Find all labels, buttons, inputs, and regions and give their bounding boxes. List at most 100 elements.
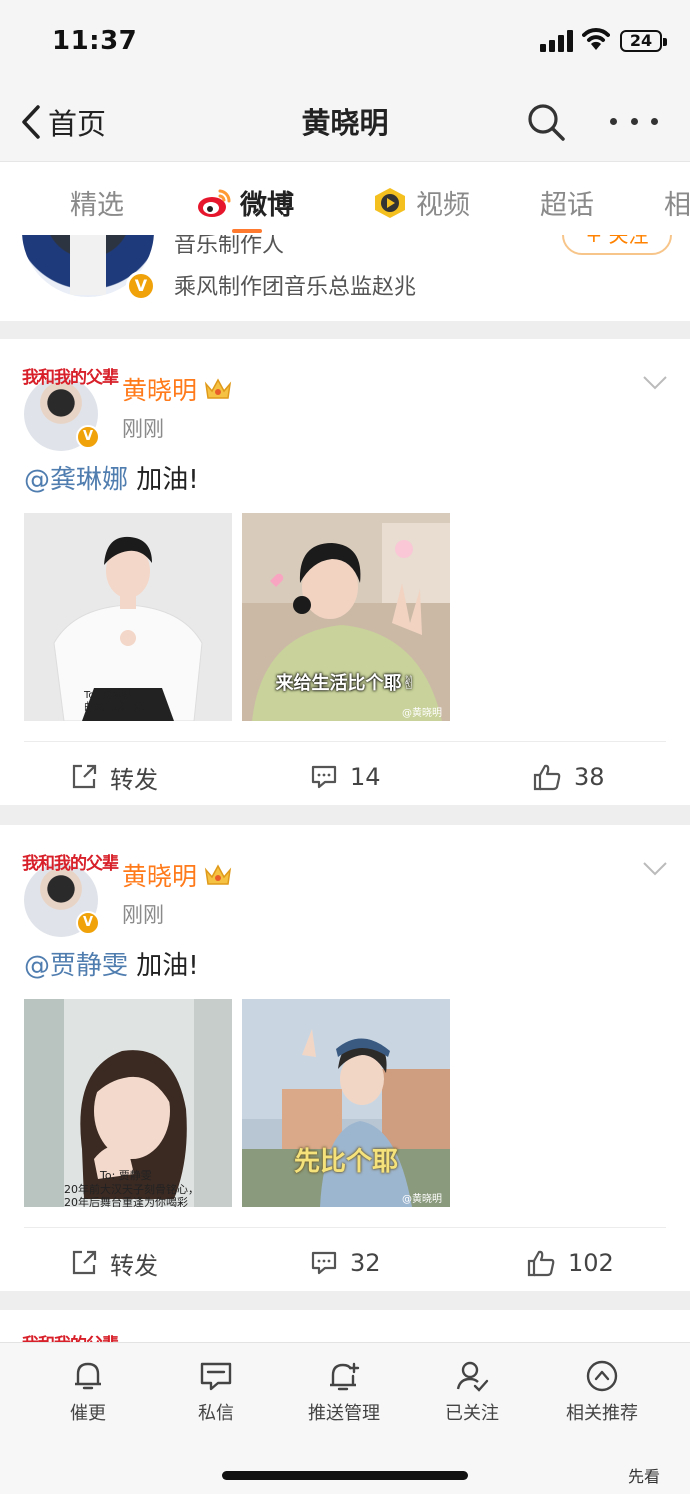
post-image[interactable]: To: 龚琳娜 曲风自成一派: [24, 513, 232, 721]
status-time: 11:37: [52, 26, 138, 56]
search-icon[interactable]: [526, 102, 566, 142]
post-author[interactable]: 黄晓明: [122, 371, 233, 407]
nav-messages[interactable]: 私信: [156, 1359, 276, 1425]
image-watermark: @黄晓明: [402, 1194, 442, 1205]
image-note: 20年后舞台重逢为你喝彩: [64, 1196, 188, 1207]
divider: [24, 1227, 666, 1228]
post-text: @贾静雯 加油!: [24, 945, 199, 982]
verified-badge-icon: V: [76, 911, 100, 935]
nav-label: 私信: [198, 1403, 234, 1424]
like-button[interactable]: 38: [532, 757, 605, 797]
bell-icon: [75, 1362, 101, 1390]
section-gap: [0, 805, 690, 825]
post-time: 刚刚: [122, 903, 164, 927]
comment-count: 14: [350, 763, 381, 791]
verified-badge-icon: V: [76, 425, 100, 449]
nav-label: 相关推荐: [566, 1403, 638, 1424]
nav-push-settings[interactable]: 推送管理: [284, 1359, 404, 1425]
nav-following[interactable]: 已关注: [412, 1359, 532, 1425]
profile-card: V 音乐制作人 乘风制作团音乐总监赵兆 + 关注: [0, 235, 690, 321]
tab-super-topic[interactable]: 超话: [540, 183, 594, 222]
crown-icon: [204, 378, 232, 399]
repost-button[interactable]: 转发: [70, 757, 158, 797]
comment-icon: [311, 765, 337, 789]
post-time: 刚刚: [122, 417, 164, 441]
tab-label: 微博: [240, 190, 294, 221]
top-header: 11:37 24 首页 黄晓明: [0, 0, 690, 162]
nav-label: 已关注: [445, 1403, 499, 1424]
share-icon: [72, 764, 97, 789]
like-count: 102: [568, 1249, 614, 1277]
follow-button[interactable]: + 关注: [562, 235, 672, 255]
like-button[interactable]: 102: [526, 1243, 614, 1283]
verified-badge-icon: V: [126, 271, 156, 301]
page-title: 黄晓明: [301, 106, 389, 140]
chat-icon: [200, 1362, 232, 1391]
watermark-text: 先看: [628, 1467, 661, 1486]
post-card: 我和我的父辈 V 黄晓明 刚刚 @贾静雯 加油! To: 贾静雯 20年前大汉天…: [0, 825, 690, 1291]
wifi-icon: [582, 28, 610, 50]
chevron-down-icon[interactable]: [642, 375, 668, 391]
post-avatar[interactable]: 我和我的父辈 V: [22, 849, 119, 937]
nav-recommended[interactable]: 相关推荐: [542, 1359, 662, 1425]
comment-count: 32: [350, 1249, 381, 1277]
repost-label: 转发: [110, 765, 158, 794]
avatar-logo-text: 我和我的父辈: [22, 854, 119, 874]
section-gap: [0, 321, 690, 339]
tab-label: 超话: [540, 190, 594, 221]
tab-related[interactable]: 相: [664, 183, 690, 222]
like-count: 38: [574, 763, 605, 791]
weibo-logo-icon: [198, 189, 231, 217]
tab-video[interactable]: 视频: [372, 183, 470, 222]
image-note: To: 贾静雯: [100, 1169, 152, 1182]
profile-role: 音乐制作人: [174, 235, 285, 258]
tab-featured[interactable]: 精选: [70, 183, 124, 222]
post-image[interactable]: To: 贾静雯 20年前大汉天子刻骨铭心， 20年后舞台重逢为你喝彩: [24, 999, 232, 1207]
bell-plus-icon: [330, 1362, 360, 1391]
author-name: 黄晓明: [122, 862, 198, 891]
profile-description: 乘风制作团音乐总监赵兆: [174, 275, 417, 300]
battery-icon: 24: [620, 30, 667, 52]
mention-link[interactable]: @贾静雯: [24, 951, 128, 981]
comment-icon: [311, 1251, 337, 1275]
post-author[interactable]: 黄晓明: [122, 857, 233, 893]
repost-button[interactable]: 转发: [70, 1243, 158, 1283]
crown-icon: [204, 864, 232, 885]
post-body: 加油!: [128, 951, 199, 981]
home-indicator[interactable]: [222, 1471, 468, 1480]
post-body: 加油!: [128, 465, 199, 495]
thumbs-up-icon: [527, 1250, 555, 1277]
post-avatar[interactable]: 我和我的父辈 V: [22, 363, 119, 451]
tab-label: 相: [664, 190, 690, 221]
comment-button[interactable]: 14: [310, 757, 381, 797]
post-image[interactable]: 先比个耶 @黄晓明: [242, 999, 450, 1207]
signal-icon: [540, 30, 574, 52]
image-caption: 先比个耶: [293, 1147, 398, 1177]
divider: [24, 741, 666, 742]
image-note: 曲风自成一派: [84, 702, 144, 713]
comment-button[interactable]: 32: [310, 1243, 381, 1283]
nav-urge-update[interactable]: 催更: [28, 1359, 148, 1425]
image-watermark: @黄晓明: [402, 708, 442, 719]
mention-link[interactable]: @龚琳娜: [24, 465, 128, 495]
repost-label: 转发: [110, 1251, 158, 1280]
active-tab-indicator: [232, 229, 262, 233]
post-card: 我和我的父辈: [0, 1310, 690, 1346]
tab-bar: 精选 微博 视频 超话 相: [0, 163, 690, 235]
tab-weibo[interactable]: 微博: [196, 183, 294, 222]
nav-label: 推送管理: [308, 1403, 380, 1424]
share-icon: [72, 1250, 97, 1275]
tab-label: 视频: [416, 190, 470, 221]
image-caption: 来给生活比个耶✌: [275, 673, 417, 694]
thumbs-up-icon: [533, 764, 561, 791]
post-text: @龚琳娜 加油!: [24, 459, 199, 496]
post-image[interactable]: 来给生活比个耶✌ @黄晓明: [242, 513, 450, 721]
more-button[interactable]: [610, 106, 658, 136]
tab-label: 精选: [70, 190, 124, 221]
battery-level: 24: [629, 31, 653, 50]
author-name: 黄晓明: [122, 376, 198, 405]
chevron-up-circle-icon: [586, 1360, 618, 1392]
nav-label: 催更: [70, 1403, 106, 1424]
section-gap: [0, 1291, 690, 1310]
chevron-down-icon[interactable]: [642, 861, 668, 877]
